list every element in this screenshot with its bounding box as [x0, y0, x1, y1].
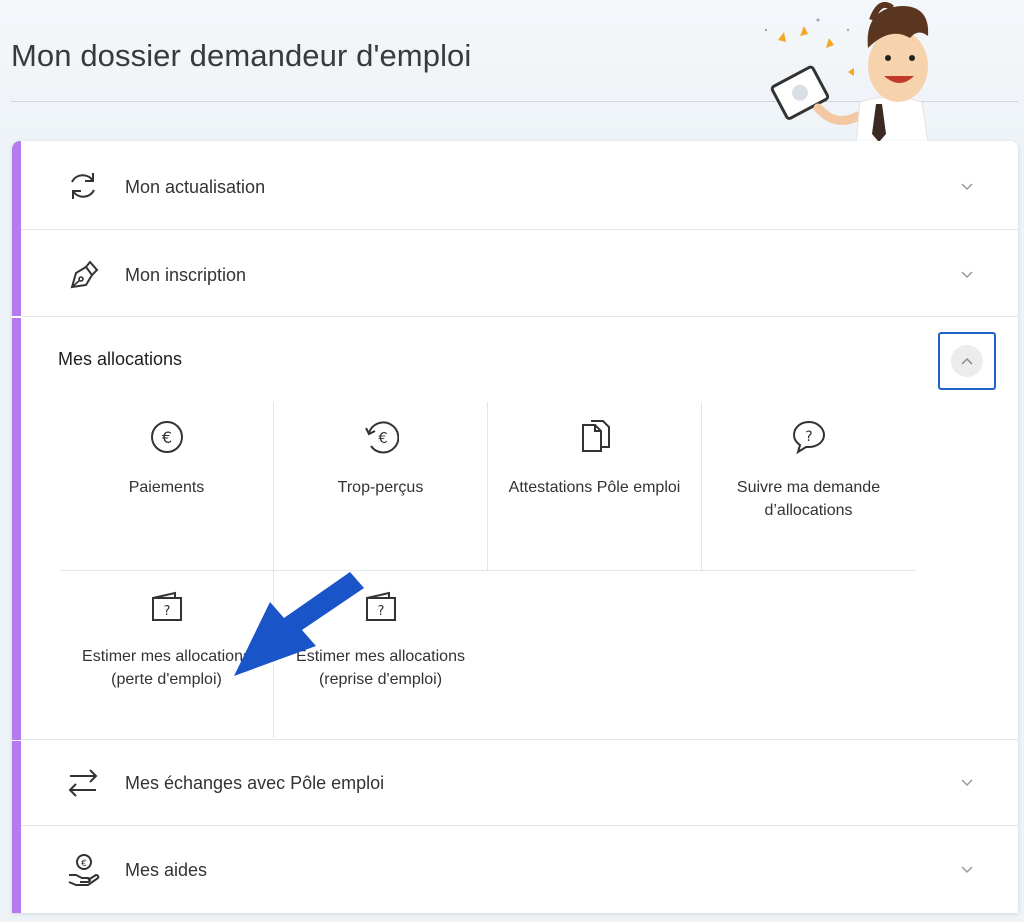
svg-text:€: € [161, 428, 171, 447]
pen-icon [70, 260, 99, 289]
tile-label: Attestations Pôle emploi [508, 479, 681, 496]
question-bubble-icon: ? [792, 420, 825, 455]
section-label: Mon actualisation [125, 177, 266, 197]
tile-label: Trop-perçus [337, 479, 424, 496]
refresh-icon [71, 173, 95, 199]
chevron-down-icon[interactable] [960, 778, 974, 788]
dossier-panel: Mon actualisation Mon inscription Mes al… [12, 141, 1018, 913]
hand-euro-icon: € [68, 854, 100, 886]
annotation-arrow [234, 572, 364, 676]
tile-trop-percus[interactable]: € Trop-perçus [274, 402, 487, 570]
svg-text:?: ? [805, 429, 812, 445]
chevron-up-icon [961, 357, 973, 365]
chevron-down-icon[interactable] [960, 182, 974, 192]
section-label: Mes aides [125, 860, 208, 880]
page-title: Mon dossier demandeur d'emploi [11, 38, 472, 73]
tile-paiements[interactable]: € Paiements [60, 402, 273, 570]
section-inscription[interactable]: Mon inscription [21, 230, 1018, 317]
svg-text:?: ? [377, 604, 384, 619]
collapse-button[interactable] [938, 332, 996, 390]
svg-text:€: € [378, 429, 388, 447]
chevron-down-icon[interactable] [960, 865, 974, 875]
tile-suivre-demande[interactable]: ? Suivre ma demande d’allocations [702, 402, 915, 570]
svg-text:€: € [81, 859, 87, 869]
section-label: Mes échanges avec Pôle emploi [125, 773, 385, 793]
exchange-icon [68, 769, 98, 797]
wallet-question-icon: ? [151, 591, 182, 621]
section-aides[interactable]: € Mes aides [21, 826, 1018, 913]
section-label: Mon inscription [125, 265, 247, 285]
svg-text:?: ? [163, 604, 170, 619]
euro-icon: € [150, 421, 183, 453]
tile-label: Paiements [128, 479, 205, 496]
section-title: Mes allocations [58, 349, 183, 369]
euro-refund-icon: € [364, 421, 399, 454]
page-header: Mon dossier demandeur d'emploi [0, 0, 1024, 142]
section-actualisation[interactable]: Mon actualisation [21, 141, 1018, 230]
accent-bar [12, 318, 21, 740]
chevron-down-icon[interactable] [960, 270, 974, 280]
tile-attestations[interactable]: Attestations Pôle emploi [488, 402, 701, 570]
character-illustration [764, 2, 929, 142]
documents-icon [581, 420, 610, 452]
tile-label: Suivre ma demande d’allocations [736, 479, 881, 519]
accent-bar [12, 141, 21, 316]
section-echanges[interactable]: Mes échanges avec Pôle emploi [21, 740, 1018, 826]
accent-bar [12, 741, 21, 913]
